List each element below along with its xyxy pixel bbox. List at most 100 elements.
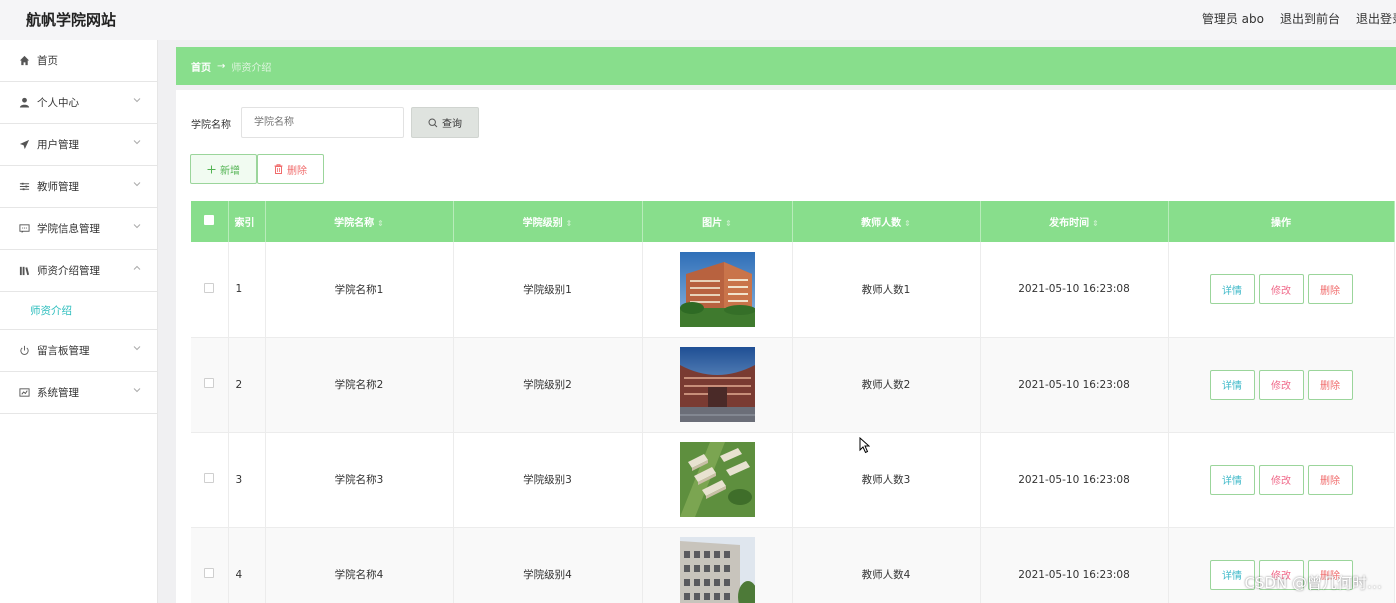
college-building-image	[679, 537, 755, 603]
campus-aerial-image	[679, 442, 755, 517]
row-publish-time: 2021-05-10 16:23:08	[980, 242, 1169, 338]
sidebar-item-faculty-intro-management[interactable]: 师资介绍管理	[0, 250, 157, 292]
sidebar-item-college-info[interactable]: 学院信息管理	[0, 208, 157, 250]
batch-delete-label: 删除	[287, 165, 307, 177]
delete-button[interactable]: 删除	[1307, 274, 1353, 305]
edit-button[interactable]: 修改	[1258, 369, 1304, 400]
search-icon	[428, 117, 438, 128]
table-row: 2 学院名称2 学院级别2 教师人数2 2021-05-10 16:23:08 …	[191, 337, 1395, 433]
add-button[interactable]: 新增	[190, 154, 257, 184]
sidebar: 首页 个人中心 用户管理 教师管理 学院信息管理 师资介绍管理 师资介绍 留言板…	[0, 40, 158, 603]
row-publish-time: 2021-05-10 16:23:08	[980, 527, 1169, 603]
chevron-down-icon	[133, 140, 141, 145]
select-all-checkbox[interactable]	[204, 215, 215, 225]
sidebar-item-system-management[interactable]: 系统管理	[0, 372, 157, 414]
sort-icon[interactable]: ⇕	[1092, 219, 1099, 228]
row-college-level: 学院级别4	[453, 527, 643, 603]
table-row: 1 学院名称1 学院级别1 教师人数1 2021-05-10 16:23:08 …	[191, 242, 1395, 338]
column-header-image[interactable]: 图片 ⇕	[642, 201, 793, 242]
logout-link[interactable]: 退出登录	[1356, 10, 1396, 27]
back-to-front-link[interactable]: 退出到前台	[1280, 10, 1340, 27]
sort-icon[interactable]: ⇕	[566, 219, 573, 228]
row-teacher-count: 教师人数3	[792, 432, 981, 528]
sort-icon[interactable]: ⇕	[904, 219, 911, 228]
breadcrumb-current: 师资介绍	[231, 62, 272, 74]
select-all-cell[interactable]	[191, 201, 229, 242]
sidebar-item-label: 教师管理	[37, 181, 79, 193]
sort-icon[interactable]: ⇕	[377, 219, 384, 228]
row-checkbox[interactable]	[204, 473, 215, 483]
sidebar-item-home[interactable]: 首页	[0, 40, 157, 82]
row-college-name: 学院名称4	[265, 527, 454, 603]
sidebar-item-label: 用户管理	[37, 139, 79, 151]
row-image-cell	[642, 527, 793, 603]
top-links: 管理员 abo 退出到前台 退出登录	[1202, 10, 1396, 27]
column-header-teacher-count[interactable]: 教师人数 ⇕	[792, 201, 981, 242]
detail-button[interactable]: 详情	[1209, 274, 1255, 305]
column-header-college-level[interactable]: 学院级别 ⇕	[453, 201, 643, 242]
row-checkbox[interactable]	[204, 568, 215, 578]
search-input[interactable]	[241, 107, 404, 138]
admin-label: 管理员 abo	[1201, 12, 1264, 26]
sidebar-item-label: 首页	[37, 55, 58, 67]
row-index: 2	[228, 337, 266, 433]
sidebar-item-label: 个人中心	[37, 97, 79, 109]
chart-icon	[18, 387, 30, 399]
edit-button[interactable]: 修改	[1258, 464, 1304, 495]
row-image-cell	[642, 337, 793, 433]
row-college-level: 学院级别3	[453, 432, 643, 528]
detail-button[interactable]: 详情	[1209, 369, 1255, 400]
sidebar-item-personal-center[interactable]: 个人中心	[0, 82, 157, 124]
chevron-down-icon	[133, 346, 141, 351]
trash-icon	[274, 164, 283, 174]
sliders-icon	[18, 181, 30, 193]
user-icon	[18, 97, 30, 109]
row-index: 1	[228, 242, 266, 338]
breadcrumb-home[interactable]: 首页	[191, 59, 211, 74]
row-college-name: 学院名称2	[265, 337, 454, 433]
sidebar-item-label: 学院信息管理	[37, 223, 100, 235]
home-icon	[18, 55, 30, 67]
row-checkbox[interactable]	[204, 378, 215, 388]
row-publish-time: 2021-05-10 16:23:08	[980, 432, 1169, 528]
edit-button[interactable]: 修改	[1258, 274, 1304, 305]
sidebar-item-teacher-management[interactable]: 教师管理	[0, 166, 157, 208]
column-header-publish-time[interactable]: 发布时间 ⇕	[980, 201, 1169, 242]
delete-button[interactable]: 删除	[1307, 464, 1353, 495]
power-icon	[18, 345, 30, 357]
row-college-name: 学院名称1	[265, 242, 454, 338]
chevron-down-icon	[133, 224, 141, 229]
chevron-down-icon	[133, 388, 141, 393]
delete-button[interactable]: 删除	[1307, 369, 1353, 400]
plus-icon	[207, 165, 216, 174]
table-row: 3 学院名称3 学院级别3 教师人数3 2021-05-10 16:23:08 …	[191, 432, 1395, 528]
row-actions: 详情 修改 删除	[1168, 432, 1395, 528]
data-table: 索引 学院名称 ⇕ 学院级别 ⇕ 图片 ⇕ 教师人数 ⇕ 发布时间 ⇕ 操作 1 学院名称…	[191, 201, 1396, 603]
batch-delete-button[interactable]: 删除	[257, 154, 324, 184]
row-college-level: 学院级别1	[453, 242, 643, 338]
sort-icon[interactable]: ⇕	[725, 219, 732, 228]
sidebar-item-label: 师资介绍管理	[37, 265, 100, 277]
books-icon	[18, 265, 30, 277]
breadcrumb: 首页 → 师资介绍	[176, 47, 1396, 85]
search-button-label: 查询	[442, 119, 462, 130]
table-header-row: 索引 学院名称 ⇕ 学院级别 ⇕ 图片 ⇕ 教师人数 ⇕ 发布时间 ⇕ 操作	[191, 201, 1395, 242]
row-actions: 详情 修改 删除	[1168, 242, 1395, 338]
row-checkbox[interactable]	[204, 282, 215, 293]
watermark: CSDN @曾几何时…	[1244, 574, 1382, 592]
detail-button[interactable]: 详情	[1209, 464, 1255, 495]
row-teacher-count: 教师人数2	[792, 337, 981, 433]
chat-icon	[18, 223, 30, 235]
sidebar-item-message-board[interactable]: 留言板管理	[0, 330, 157, 372]
sidebar-subitem-faculty-intro[interactable]: 师资介绍	[0, 292, 157, 330]
sidebar-item-user-management[interactable]: 用户管理	[0, 124, 157, 166]
college-building-image	[679, 347, 755, 422]
table-row: 4 学院名称4 学院级别4 教师人数4 2021-05-10 16:23:08 …	[191, 527, 1395, 603]
row-teacher-count: 教师人数1	[792, 242, 981, 338]
search-button[interactable]: 查询	[411, 107, 479, 138]
mouse-cursor-icon	[859, 437, 870, 454]
column-header-index: 索引	[228, 201, 266, 242]
column-header-college-name[interactable]: 学院名称 ⇕	[265, 201, 454, 242]
chevron-down-icon	[133, 182, 141, 187]
row-publish-time: 2021-05-10 16:23:08	[980, 337, 1169, 433]
